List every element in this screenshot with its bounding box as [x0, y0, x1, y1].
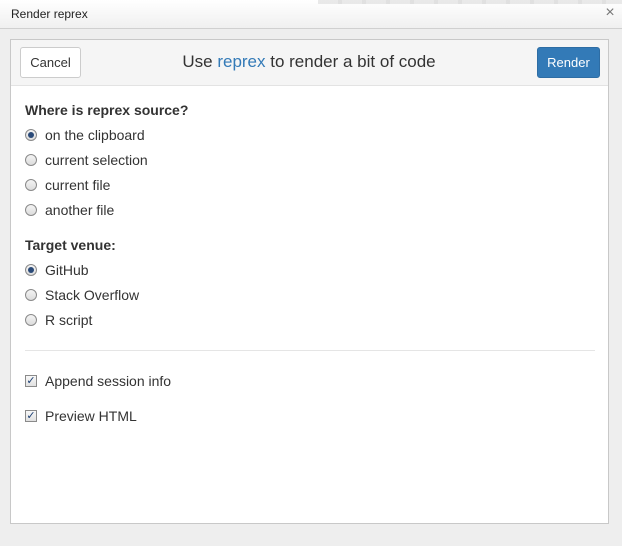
radio-button-checked[interactable]	[25, 264, 37, 276]
radio-option-current-selection[interactable]: current selection	[25, 151, 148, 169]
title-prefix: Use	[182, 52, 218, 71]
checkbox-checked-icon[interactable]: ✓	[25, 410, 37, 422]
radio-button[interactable]	[25, 154, 37, 166]
dialog-content-panel: Cancel Use reprex to render a bit of cod…	[10, 39, 609, 524]
radio-button[interactable]	[25, 179, 37, 191]
radio-option-github[interactable]: GitHub	[25, 261, 89, 279]
radio-label: current selection	[45, 152, 148, 168]
radio-button-checked[interactable]	[25, 129, 37, 141]
radio-label: R script	[45, 312, 93, 328]
radio-label: another file	[45, 202, 115, 218]
source-section-label: Where is reprex source?	[25, 102, 189, 118]
radio-label: on the clipboard	[45, 127, 145, 143]
radio-label: GitHub	[45, 262, 89, 278]
checkbox-label: Preview HTML	[45, 408, 137, 424]
gadget-header: Cancel Use reprex to render a bit of cod…	[11, 40, 608, 86]
radio-button[interactable]	[25, 204, 37, 216]
radio-option-r-script[interactable]: R script	[25, 311, 92, 329]
render-reprex-dialog: Render reprex × Cancel Use reprex to ren…	[0, 0, 622, 546]
checkbox-append-session-info[interactable]: ✓ Append session info	[25, 372, 171, 390]
dialog-titlebar: Render reprex ×	[0, 0, 622, 29]
title-accent: reprex	[217, 52, 266, 71]
radio-option-current-file[interactable]: current file	[25, 176, 110, 194]
render-button[interactable]: Render	[537, 47, 600, 78]
radio-label: Stack Overflow	[45, 287, 140, 303]
radio-button[interactable]	[25, 314, 37, 326]
cancel-button[interactable]: Cancel	[20, 47, 81, 78]
radio-label: current file	[45, 177, 111, 193]
radio-option-clipboard[interactable]: on the clipboard	[25, 126, 145, 144]
venue-section-label: Target venue:	[25, 237, 116, 253]
radio-option-stack-overflow[interactable]: Stack Overflow	[25, 286, 139, 304]
close-icon[interactable]: ×	[602, 5, 618, 21]
checkbox-label: Append session info	[45, 373, 172, 389]
background-window-strip	[318, 0, 622, 4]
radio-option-another-file[interactable]: another file	[25, 201, 114, 219]
checkbox-preview-html[interactable]: ✓ Preview HTML	[25, 407, 137, 425]
dialog-title: Render reprex	[11, 7, 88, 21]
checkbox-checked-icon[interactable]: ✓	[25, 375, 37, 387]
radio-button[interactable]	[25, 289, 37, 301]
title-suffix: to render a bit of code	[265, 52, 436, 71]
page-title: Use reprex to render a bit of code	[91, 52, 527, 72]
section-divider	[25, 350, 595, 351]
